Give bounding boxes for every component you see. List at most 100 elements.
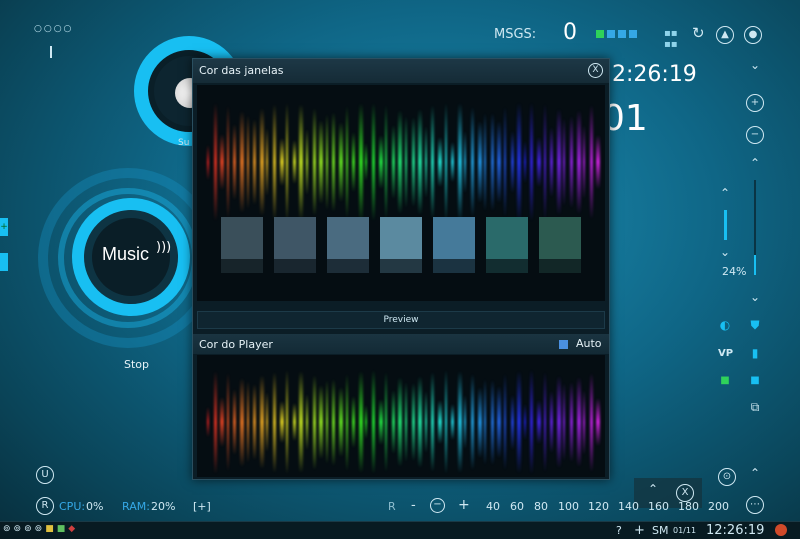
chevron-up-icon[interactable]: ⌃ bbox=[648, 482, 658, 496]
spectrum-bar bbox=[266, 392, 269, 452]
spectrum-bar bbox=[537, 400, 541, 444]
volume-up-icon[interactable]: ⌃ bbox=[716, 186, 734, 200]
color-swatch[interactable] bbox=[221, 217, 263, 273]
spectrum-bar bbox=[405, 116, 407, 208]
speed-option[interactable]: 140 bbox=[618, 500, 648, 513]
tray-icon-b[interactable]: ⊚ bbox=[14, 524, 22, 534]
spectrum-bar bbox=[411, 383, 415, 462]
cpu-label: CPU: bbox=[59, 500, 86, 513]
color-swatch[interactable] bbox=[380, 217, 422, 273]
water-drop-icon[interactable]: ● bbox=[744, 26, 762, 44]
taskbar: ⊚ ⊚ ⊚ ⊚ ■ ■ ◆ ? + SM 01/11 12:26:19 bbox=[0, 521, 800, 539]
volume-down-icon[interactable]: ⌄ bbox=[716, 245, 734, 259]
speed-option[interactable]: 100 bbox=[558, 500, 588, 513]
spectrum-bar bbox=[240, 110, 244, 214]
taskbar-date: 01/11 bbox=[673, 526, 697, 535]
chevron-down-icon[interactable]: ⌄ bbox=[746, 58, 764, 72]
vp-button[interactable]: VP bbox=[718, 348, 733, 359]
preview-button[interactable]: Preview bbox=[197, 311, 605, 329]
spectrum-bar bbox=[312, 374, 316, 470]
refresh-icon[interactable]: ↻ bbox=[692, 24, 705, 42]
shield-icon[interactable]: ⛊ bbox=[746, 318, 764, 333]
auto-checkbox[interactable] bbox=[559, 340, 568, 349]
spectrum-bar bbox=[273, 104, 276, 220]
spectrum-bar bbox=[510, 130, 514, 194]
chevron-down-icon[interactable]: ⌄ bbox=[746, 290, 764, 304]
power-drop-icon[interactable]: ▲ bbox=[716, 26, 734, 44]
color-swatch[interactable] bbox=[274, 217, 316, 273]
messages-count: 0 bbox=[563, 20, 577, 45]
chevron-up-icon[interactable]: ⌃ bbox=[746, 156, 764, 170]
speed-list: 40 60 80 100 120 140 160 180 200 bbox=[486, 500, 738, 513]
spectrum-bar bbox=[563, 117, 566, 207]
windows-icon[interactable]: ⧉ bbox=[746, 400, 764, 415]
spectrum-bar bbox=[471, 373, 474, 471]
tray-icon-a[interactable]: ⊚ bbox=[3, 524, 11, 534]
tray-icon-e[interactable]: ■ bbox=[45, 524, 54, 534]
contrast-icon[interactable]: ◐ bbox=[716, 318, 734, 332]
stop-button[interactable]: Stop bbox=[124, 358, 149, 371]
spectrum-bar bbox=[292, 402, 296, 442]
spectrum-bar bbox=[550, 126, 554, 198]
ram-label: RAM: bbox=[122, 500, 150, 513]
help-button[interactable]: ? bbox=[616, 524, 622, 537]
speed-option[interactable]: 200 bbox=[708, 500, 738, 513]
speed-option[interactable]: 80 bbox=[534, 500, 558, 513]
panel-icon[interactable]: ▮ bbox=[746, 346, 764, 360]
spectrum-bar bbox=[358, 370, 363, 474]
spectrum-bar bbox=[319, 385, 324, 459]
expand-button[interactable]: [+] bbox=[193, 500, 211, 513]
status-square bbox=[618, 30, 626, 38]
spectrum-bar bbox=[477, 121, 482, 203]
spectrum-bar bbox=[213, 370, 217, 474]
left-edge-tab-plus[interactable]: + bbox=[0, 218, 8, 236]
dialog-title: Cor das janelas bbox=[199, 64, 284, 77]
speed-option[interactable]: 180 bbox=[678, 500, 708, 513]
spectrum-bar bbox=[490, 113, 494, 211]
spectrum-bar bbox=[253, 118, 257, 206]
left-edge-tab[interactable] bbox=[0, 253, 8, 271]
grid-icon[interactable]: ▪▪ ▪▪ bbox=[664, 28, 678, 50]
color-swatch[interactable] bbox=[433, 217, 475, 273]
spectrum-bar bbox=[385, 372, 388, 472]
main-clock: 12:26:19 bbox=[598, 62, 697, 87]
zoom-in-icon[interactable]: + bbox=[746, 94, 764, 112]
tray-icon-g[interactable]: ◆ bbox=[68, 524, 75, 534]
color-swatch[interactable] bbox=[327, 217, 369, 273]
swatch-reflection bbox=[539, 259, 581, 273]
green-square-icon[interactable]: ■ bbox=[716, 375, 734, 386]
zoom-out-icon[interactable]: − bbox=[746, 126, 764, 144]
spectrum-bar bbox=[365, 405, 368, 439]
spectrum-bar bbox=[484, 112, 487, 212]
speed-option[interactable]: 120 bbox=[588, 500, 618, 513]
tray-icon-d[interactable]: ⊚ bbox=[35, 524, 43, 534]
power-icon[interactable] bbox=[775, 524, 787, 536]
color-swatch[interactable] bbox=[486, 217, 528, 273]
user-icon[interactable]: U bbox=[36, 466, 54, 484]
close-icon[interactable]: X bbox=[588, 63, 603, 78]
taskbar-plus-button[interactable]: + bbox=[634, 523, 645, 538]
spectrum-bar bbox=[411, 117, 415, 207]
spectrum-bar bbox=[233, 123, 237, 201]
chevron-up-icon[interactable]: ⌃ bbox=[746, 466, 764, 480]
speed-option[interactable]: 160 bbox=[648, 500, 678, 513]
tray-icon-c[interactable]: ⊚ bbox=[24, 524, 32, 534]
spectrum-bar bbox=[438, 399, 442, 445]
color-swatch[interactable] bbox=[539, 217, 581, 273]
spectrum-bar bbox=[299, 103, 304, 221]
spectrum-bar bbox=[556, 375, 561, 469]
spectrum-bar bbox=[378, 135, 383, 189]
tray-icon-f[interactable]: ■ bbox=[57, 524, 66, 534]
spectrum-bar bbox=[398, 376, 403, 468]
zoom-reset-icon[interactable]: − bbox=[430, 498, 445, 513]
speed-option[interactable]: 40 bbox=[486, 500, 510, 513]
plus-button[interactable]: + bbox=[458, 497, 470, 513]
spectrum-bar bbox=[596, 134, 601, 190]
player-color-spectrum[interactable] bbox=[197, 355, 605, 477]
blue-square-icon[interactable]: ■ bbox=[746, 375, 764, 386]
minus-button[interactable]: - bbox=[411, 498, 416, 513]
swatch-color bbox=[486, 217, 528, 259]
speed-option[interactable]: 60 bbox=[510, 500, 534, 513]
swatch-reflection bbox=[274, 259, 316, 273]
settings-circle-icon[interactable]: ⊙ bbox=[718, 468, 736, 486]
